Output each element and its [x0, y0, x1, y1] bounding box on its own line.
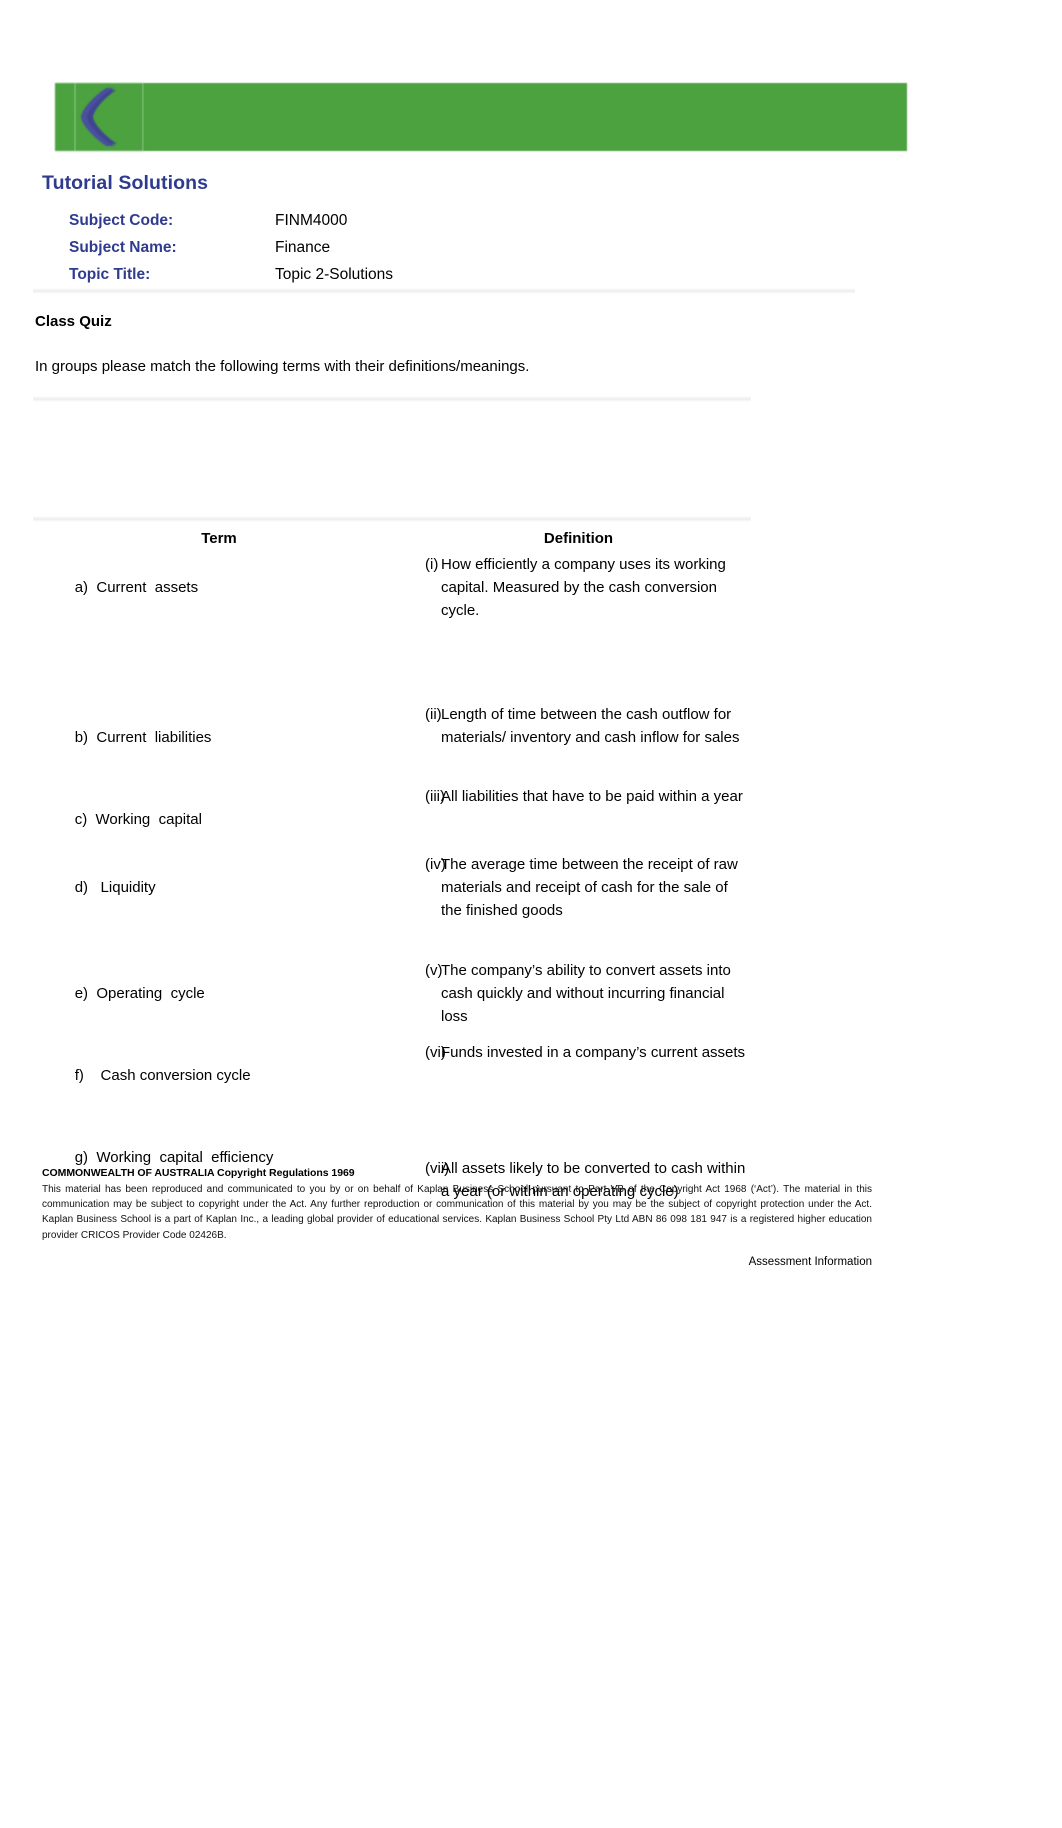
term-text-d: Liquidity	[100, 879, 156, 897]
definition-cell-iv: (iv) The average time between the receip…	[393, 854, 751, 960]
copyright-body: This material has been reproduced and co…	[42, 1184, 872, 1241]
term-definition-table: Term Definition a) Current assets (i) Ho…	[33, 524, 751, 1222]
definition-marker-v: (v)	[425, 962, 443, 980]
section-heading: Class Quiz	[35, 313, 112, 330]
definition-text-vi: Funds invested in a company’s current as…	[441, 1044, 746, 1062]
term-cell-b: b) Current liabilities	[33, 704, 393, 786]
table-row: a) Current assets (i) How efficiently a …	[33, 554, 751, 704]
table-row: c) Working capital (iii) All liabilities…	[33, 786, 751, 854]
copyright-heading: COMMONWEALTH OF AUSTRALIA Copyright Regu…	[42, 1167, 355, 1179]
metadata-row-subject-code: Subject Code: FINM4000	[69, 212, 859, 239]
table-header-row: Term Definition	[33, 524, 751, 554]
definition-cell-iii: (iii) All liabilities that have to be pa…	[393, 786, 751, 854]
subject-name-label: Subject Name:	[69, 239, 177, 256]
term-marker-b: b)	[74, 728, 89, 746]
subject-code-value: FINM4000	[275, 212, 348, 229]
table-header-definition: Definition	[393, 524, 751, 554]
table-row: f) Cash conversion cycle (vi) Funds inve…	[33, 1042, 751, 1124]
definition-marker-iv: (iv)	[425, 856, 446, 874]
definition-text-i: How efficiently a company uses its worki…	[441, 556, 726, 619]
subject-code-label: Subject Code:	[69, 212, 174, 229]
term-marker-d: d)	[74, 879, 89, 897]
term-cell-d: d) Liquidity	[33, 854, 393, 960]
document-page: Tutorial Solutions Subject Code: FINM400…	[0, 0, 1062, 1828]
table-row: d) Liquidity (iv) The average time betwe…	[33, 854, 751, 960]
term-text-c: Working capital	[95, 810, 202, 828]
topic-title-label: Topic Title:	[69, 266, 151, 283]
term-cell-f: f) Cash conversion cycle	[33, 1042, 393, 1124]
definition-marker-vi: (vi)	[425, 1044, 446, 1062]
term-text-e: Operating cycle	[96, 985, 205, 1003]
term-text-b: Current liabilities	[96, 728, 212, 746]
divider-above-table	[33, 516, 751, 522]
banner-green-bar	[143, 83, 907, 151]
table-header-term-label: Term	[201, 530, 237, 547]
table-header-definition-label: Definition	[543, 530, 614, 547]
term-marker-f: f)	[74, 1067, 84, 1085]
copyright-footer: COMMONWEALTH OF AUSTRALIA Copyright Regu…	[42, 1167, 872, 1243]
term-marker-g: g)	[74, 1149, 89, 1167]
definition-marker-ii: (ii)	[425, 706, 442, 723]
subject-name-value: Finance	[275, 239, 331, 256]
page-footer-label: Assessment Information	[748, 1256, 872, 1268]
table-row: e) Operating cycle (v) The company’s abi…	[33, 960, 751, 1042]
term-text-g: Working capital efficiency	[96, 1149, 274, 1167]
subject-metadata: Subject Code: FINM4000 Subject Name: Fin…	[69, 212, 859, 293]
definition-marker-iii: (iii)	[425, 788, 445, 805]
term-marker-c: c)	[74, 810, 88, 828]
term-marker-a: a)	[74, 578, 89, 596]
definition-cell-i: (i) How efficiently a company uses its w…	[393, 554, 751, 704]
header-banner	[47, 78, 907, 156]
term-cell-c: c) Working capital	[33, 786, 393, 854]
definition-text-iv: The average time between the receipt of …	[441, 856, 738, 919]
definition-cell-vi: (vi) Funds invested in a company’s curre…	[393, 1042, 751, 1124]
kaplan-logo-icon	[47, 78, 147, 156]
term-text-f: Cash conversion cycle	[100, 1067, 251, 1085]
logo-vertical-stem	[55, 83, 75, 151]
metadata-row-subject-name: Subject Name: Finance	[69, 239, 859, 266]
divider-below-instruction	[33, 396, 751, 402]
logo-chevron-icon	[81, 88, 117, 146]
definition-text-ii: Length of time between the cash outflow …	[441, 706, 740, 746]
table-row: b) Current liabilities (ii) Length of ti…	[33, 704, 751, 786]
definition-text-iii: All liabilities that have to be paid wit…	[441, 788, 743, 805]
definition-cell-v: (v) The company’s ability to convert ass…	[393, 960, 751, 1042]
definition-cell-ii: (ii) Length of time between the cash out…	[393, 704, 751, 786]
term-marker-e: e)	[74, 985, 89, 1003]
page-title: Tutorial Solutions	[42, 172, 209, 194]
table-header-term: Term	[33, 524, 393, 554]
definition-marker-i: (i)	[425, 556, 439, 573]
term-cell-a: a) Current assets	[33, 554, 393, 704]
topic-title-value: Topic 2-Solutions	[275, 266, 394, 283]
definition-text-v: The company’s ability to convert assets …	[441, 962, 731, 1025]
term-text-a: Current assets	[96, 578, 199, 596]
instruction-text: In groups please match the following ter…	[35, 358, 530, 375]
divider-below-metadata	[33, 288, 855, 294]
term-cell-e: e) Operating cycle	[33, 960, 393, 1042]
